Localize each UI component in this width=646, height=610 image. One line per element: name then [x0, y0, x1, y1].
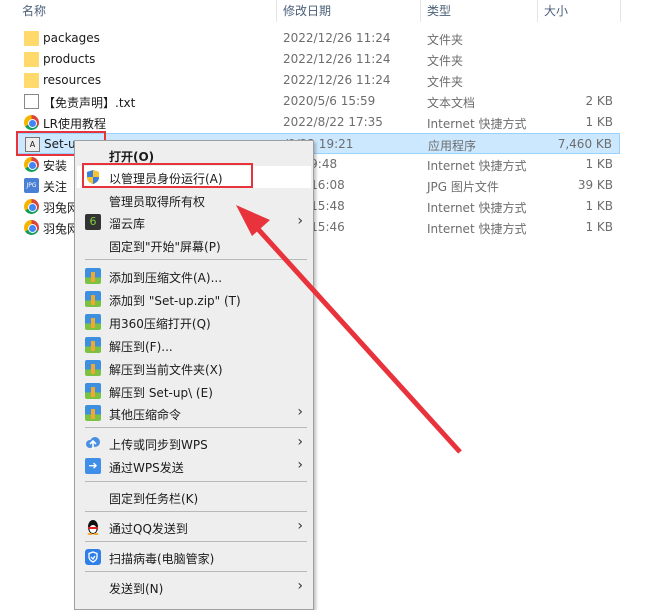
arrow-head-icon [236, 205, 270, 236]
annotation-arrow [236, 205, 462, 454]
